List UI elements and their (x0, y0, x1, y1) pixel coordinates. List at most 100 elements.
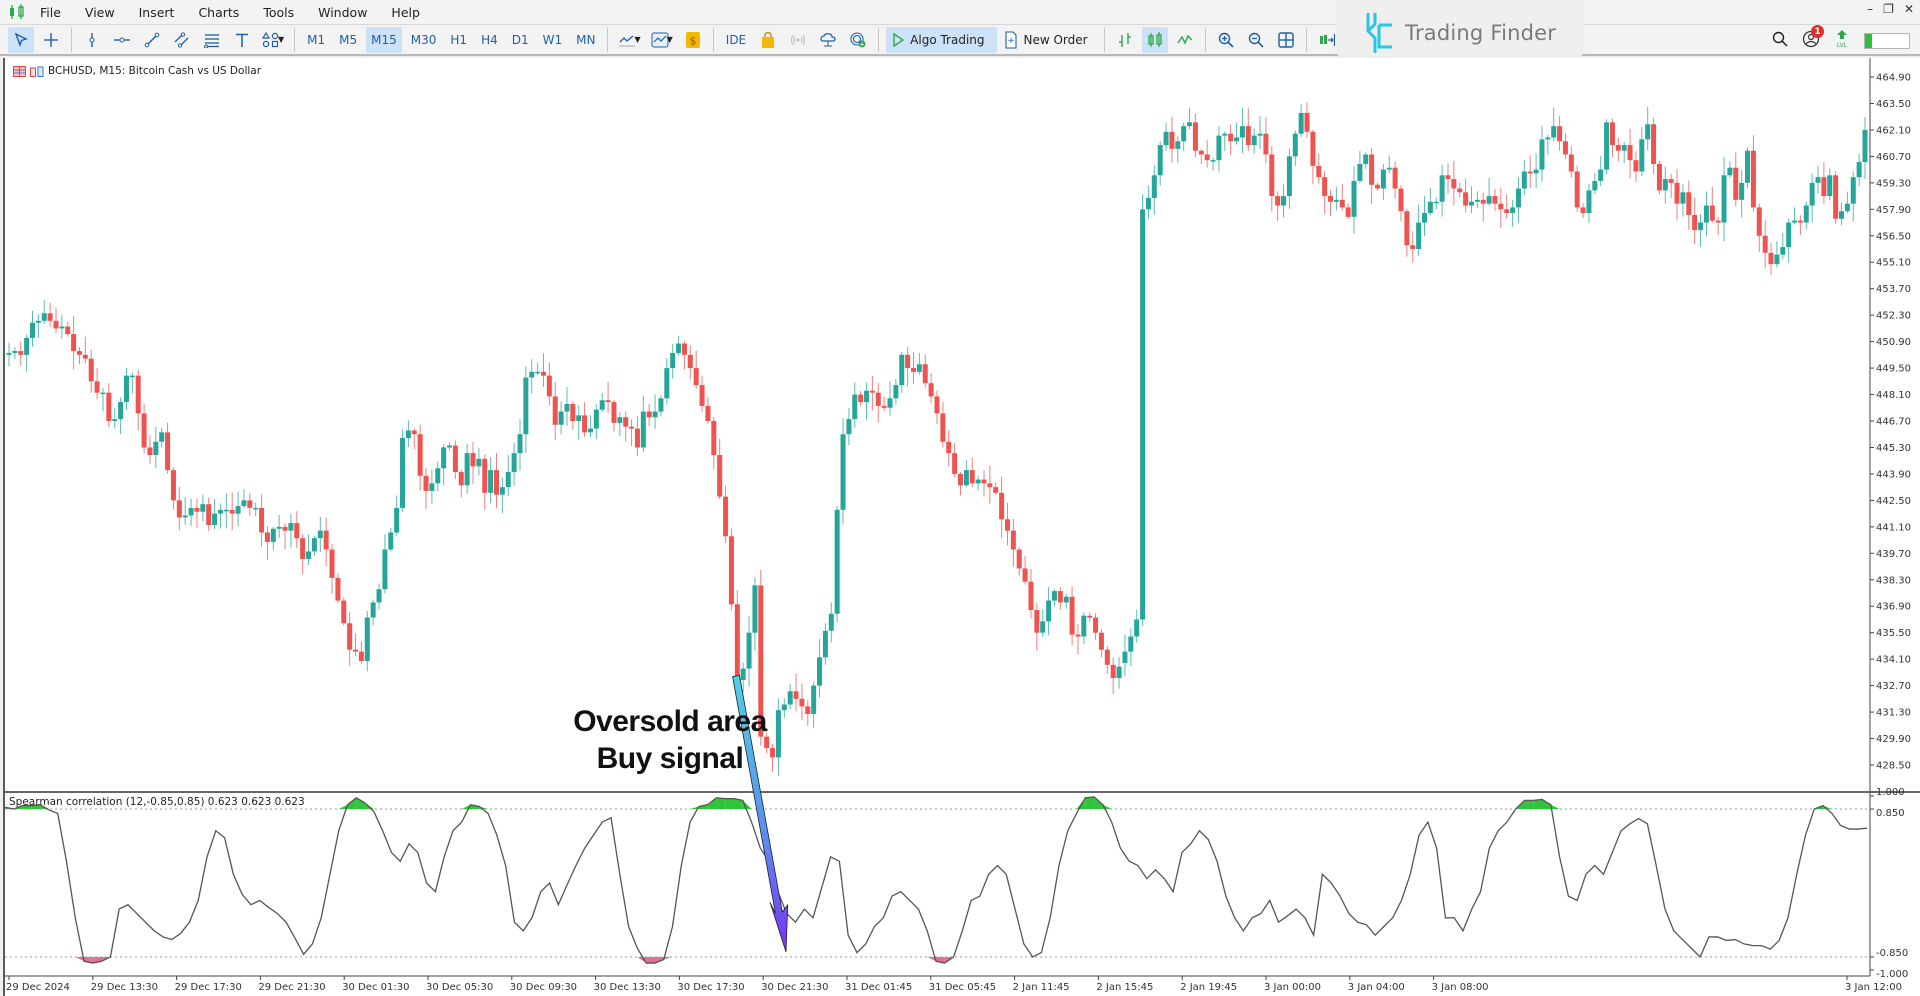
time-tick-label: 31 Dec 01:45 (845, 982, 912, 993)
candle-bear (1733, 167, 1739, 200)
menu-file[interactable]: File (28, 5, 73, 20)
notification-badge: 1 (1811, 25, 1824, 38)
price-tick-label: 463.50 (1876, 99, 1911, 110)
menu-bar: File View Insert Charts Tools Window Hel… (0, 0, 1920, 24)
candle-bull (1363, 154, 1369, 164)
fingerprint-button[interactable]: + (845, 27, 871, 53)
candle-bull (29, 322, 35, 338)
timeframe-m15[interactable]: M15 (366, 26, 402, 53)
candle-bull (241, 500, 247, 507)
restore-icon[interactable]: ❐ (1883, 2, 1894, 16)
minimize-icon[interactable]: – (1867, 2, 1873, 16)
candle-bear (1104, 649, 1110, 665)
candle-bull (1175, 141, 1181, 149)
timeframe-mn[interactable]: MN (571, 27, 600, 53)
candle-bear (1375, 184, 1381, 189)
price-tick-label: 460.70 (1876, 152, 1911, 163)
candle-bull (159, 432, 165, 442)
price-tick-label: 435.50 (1876, 628, 1911, 639)
text-tool-icon (236, 33, 248, 47)
zoom-out-button[interactable] (1243, 27, 1269, 53)
bar-chart-icon (1118, 32, 1131, 47)
bar-chart-button[interactable] (1112, 27, 1138, 53)
market-button[interactable]: $ (680, 27, 706, 53)
menu-help[interactable]: Help (379, 5, 432, 20)
channel-tool-button[interactable] (169, 27, 195, 53)
candlestick-chart-button[interactable] (1141, 26, 1168, 53)
vertical-line-tool-button[interactable] (79, 27, 105, 53)
candle-bear (1192, 122, 1198, 151)
candle-bull (652, 411, 658, 418)
candle-bull (587, 428, 593, 433)
candle-bear (1463, 192, 1469, 206)
candle-bear (1833, 175, 1839, 219)
timeframe-m30[interactable]: M30 (406, 27, 442, 53)
tile-windows-button[interactable] (1273, 27, 1299, 53)
timeframe-w1[interactable]: W1 (538, 27, 568, 53)
line-chart-button[interactable] (1172, 27, 1198, 53)
account-button[interactable]: 1 (1802, 25, 1824, 52)
candle-bear (1034, 610, 1040, 633)
crosshair-tool-button[interactable] (38, 27, 64, 53)
trendline-tool-button[interactable] (139, 27, 165, 53)
overbought-zone-fill (1550, 804, 1560, 810)
timeframe-h4[interactable]: H4 (476, 27, 503, 53)
candle-bear (411, 430, 417, 435)
menu-tools[interactable]: Tools (251, 5, 306, 20)
indicator-tick-label: 1.000 (1876, 787, 1905, 798)
cursor-tool-button[interactable] (8, 26, 34, 53)
candle-bull (811, 685, 817, 714)
menu-window[interactable]: Window (306, 5, 379, 20)
horizontal-line-tool-button[interactable] (109, 27, 135, 53)
text-tool-button[interactable] (229, 27, 255, 53)
indicators-button[interactable]: ▼ (615, 27, 643, 53)
algo-trading-button[interactable]: Algo Trading (886, 26, 997, 53)
candle-bear (952, 453, 958, 474)
candle-bull (1468, 201, 1474, 206)
fibonacci-tool-button[interactable] (199, 27, 225, 53)
candle-bull (535, 371, 541, 374)
search-button[interactable] (1772, 31, 1788, 51)
candle-bear (1304, 112, 1310, 132)
menu-view[interactable]: View (73, 5, 127, 20)
candle-bull (822, 630, 828, 658)
candle-bear (53, 320, 59, 329)
new-order-button[interactable]: + New Order (1001, 27, 1097, 53)
time-tick-label: 30 Dec 05:30 (426, 982, 493, 993)
candle-bear (1093, 617, 1099, 633)
candle-bull (1298, 112, 1304, 134)
candle-bear (335, 577, 341, 601)
candle-bear (82, 354, 88, 359)
timeframe-h1[interactable]: H1 (445, 27, 472, 53)
candle-bull (511, 453, 517, 473)
candle-bull (676, 343, 682, 353)
candle-bear (905, 354, 911, 369)
timeframe-m5[interactable]: M5 (334, 27, 362, 53)
level-button[interactable]: LVL (1834, 29, 1850, 53)
candle-bull (564, 403, 570, 412)
price-tick-label: 462.10 (1876, 125, 1911, 136)
candle-bear (693, 368, 699, 386)
candle-bear (1615, 145, 1621, 151)
close-icon[interactable]: ✕ (1904, 2, 1914, 16)
timeframe-d1[interactable]: D1 (507, 27, 534, 53)
candle-bull (1786, 222, 1792, 248)
candle-bull (1140, 209, 1146, 620)
market-shop-button[interactable] (755, 27, 781, 53)
signals-button[interactable] (785, 27, 811, 53)
candle-bull (1486, 196, 1492, 204)
toolbar-separator (712, 27, 714, 52)
vps-button[interactable] (815, 27, 841, 53)
templates-button[interactable]: ▼ (648, 27, 676, 53)
chart-window[interactable]: BCHUSD, M15: Bitcoin Cash vs US Dollar S… (3, 58, 1920, 996)
menu-charts[interactable]: Charts (186, 5, 251, 20)
timeframe-m1[interactable]: M1 (302, 27, 330, 53)
chart-canvas[interactable]: 464.90 463.50 462.10 460.70 459.30 457.90 456.… (5, 58, 1920, 996)
candle-bull (846, 419, 852, 435)
candle-bear (699, 385, 705, 406)
dropdown-caret-icon: ▼ (278, 35, 285, 44)
shapes-tool-button[interactable]: ▼ (259, 27, 287, 53)
menu-insert[interactable]: Insert (127, 5, 187, 20)
ide-button[interactable]: IDE (721, 27, 751, 53)
zoom-in-button[interactable] (1213, 27, 1239, 53)
